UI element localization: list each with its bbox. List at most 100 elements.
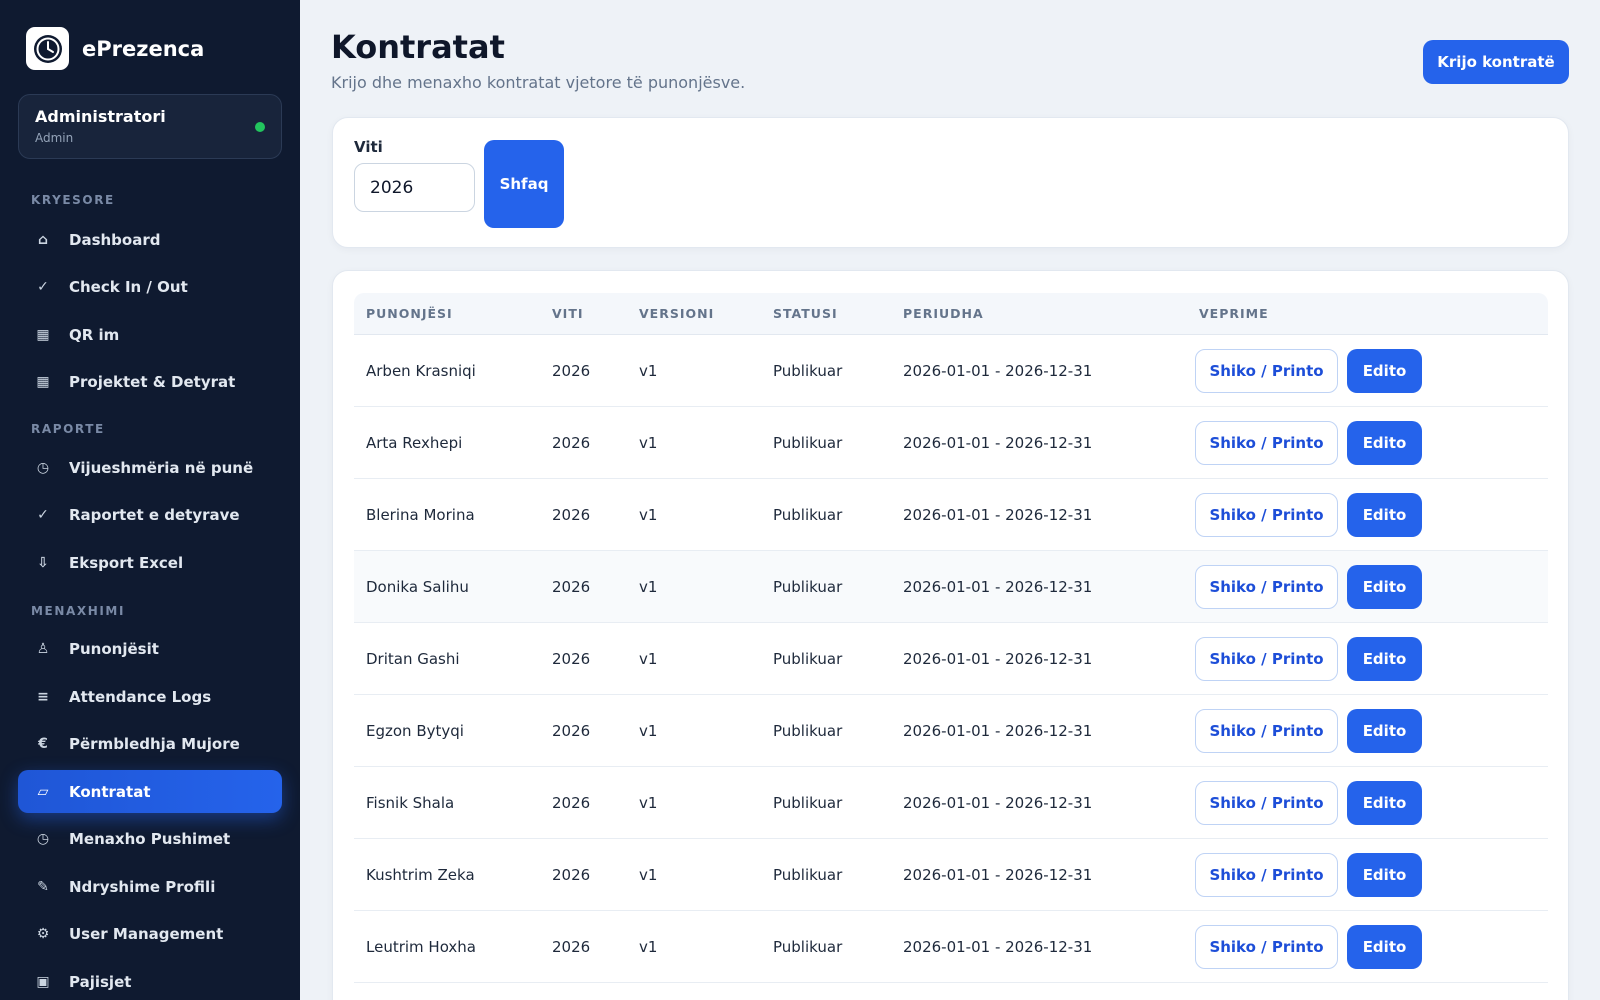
table-header: PUNONJËSI VITI VERSIONI STATUSI PERIUDHA… bbox=[354, 293, 1548, 335]
contract-year: 2026 bbox=[552, 938, 591, 956]
sidebar-item-devices[interactable]: ▣ Pajisjet bbox=[18, 960, 282, 1000]
contract-status: Publikuar bbox=[773, 650, 843, 668]
brand[interactable]: ePrezenca bbox=[26, 27, 204, 70]
edit-button[interactable]: Edito bbox=[1347, 421, 1422, 465]
sidebar: ePrezenca Administratori Admin KRYESORE … bbox=[0, 0, 300, 1000]
contract-version: v1 bbox=[639, 506, 658, 524]
create-contract-button[interactable]: Krijo kontratë bbox=[1423, 40, 1569, 84]
table-row: Arta Rexhepi 2026 v1 Publikuar 2026-01-0… bbox=[354, 407, 1548, 479]
sidebar-item-label: Raportet e detyrave bbox=[69, 505, 240, 524]
sidebar-item-dashboard[interactable]: ⌂ Dashboard bbox=[18, 218, 282, 261]
sidebar-item-projects[interactable]: ▦ Projektet & Detyrat bbox=[18, 360, 282, 403]
sidebar-item-profile-changes[interactable]: ✎ Ndryshime Profili bbox=[18, 865, 282, 908]
column-header-year[interactable]: VITI bbox=[552, 306, 584, 321]
list-icon: ≡ bbox=[37, 688, 49, 705]
sidebar-item-label: Dashboard bbox=[69, 230, 161, 249]
edit-button[interactable]: Edito bbox=[1347, 493, 1422, 537]
contract-period: 2026-01-01 - 2026-12-31 bbox=[903, 362, 1093, 380]
year-input[interactable] bbox=[354, 163, 475, 212]
view-print-button[interactable]: Shiko / Printo bbox=[1195, 349, 1338, 393]
contract-version: v1 bbox=[639, 650, 658, 668]
sidebar-item-excel-export[interactable]: ⇩ Eksport Excel bbox=[18, 541, 282, 584]
qr-code-icon: ▦ bbox=[36, 326, 50, 343]
sidebar-item-employees[interactable]: ♙ Punonjësit bbox=[18, 627, 282, 670]
column-header-version[interactable]: VERSIONI bbox=[639, 306, 714, 321]
contract-version: v1 bbox=[639, 434, 658, 452]
contract-version: v1 bbox=[639, 362, 658, 380]
clock-icon bbox=[26, 27, 69, 70]
user-name: Administratori bbox=[35, 107, 166, 126]
section-title-kryesore: KRYESORE bbox=[31, 193, 115, 207]
contract-year: 2026 bbox=[552, 794, 591, 812]
sidebar-item-label: Kontratat bbox=[69, 782, 151, 801]
edit-button[interactable]: Edito bbox=[1347, 853, 1422, 897]
edit-button[interactable]: Edito bbox=[1347, 349, 1422, 393]
edit-button[interactable]: Edito bbox=[1347, 637, 1422, 681]
edit-button[interactable]: Edito bbox=[1347, 709, 1422, 753]
view-print-button[interactable]: Shiko / Printo bbox=[1195, 493, 1338, 537]
sidebar-item-label: Attendance Logs bbox=[69, 687, 212, 706]
sidebar-item-attendance-report[interactable]: ◷ Vijueshmëria në punë bbox=[18, 446, 282, 489]
clock-icon: ◷ bbox=[36, 459, 50, 476]
contract-period: 2026-01-01 - 2026-12-31 bbox=[903, 434, 1093, 452]
check-icon: ✓ bbox=[37, 278, 49, 295]
contract-period: 2026-01-01 - 2026-12-31 bbox=[903, 866, 1093, 884]
online-status-dot bbox=[255, 122, 265, 132]
document-icon: ▱ bbox=[37, 783, 49, 800]
grid-icon: ▦ bbox=[36, 373, 50, 390]
section-title-raporte: RAPORTE bbox=[31, 422, 105, 436]
contract-status: Publikuar bbox=[773, 362, 843, 380]
gear-icon: ⚙ bbox=[36, 925, 50, 942]
view-print-button[interactable]: Shiko / Printo bbox=[1195, 853, 1338, 897]
table-row: Arben Krasniqi 2026 v1 Publikuar 2026-01… bbox=[354, 335, 1548, 407]
sidebar-item-leave-management[interactable]: ◷ Menaxho Pushimet bbox=[18, 817, 282, 860]
euro-icon: € bbox=[38, 735, 48, 752]
contract-status: Publikuar bbox=[773, 794, 843, 812]
view-print-button[interactable]: Shiko / Printo bbox=[1195, 565, 1338, 609]
column-header-status[interactable]: STATUSI bbox=[773, 306, 838, 321]
contract-version: v1 bbox=[639, 722, 658, 740]
sidebar-item-user-management[interactable]: ⚙ User Management bbox=[18, 912, 282, 955]
app-name: ePrezenca bbox=[82, 36, 205, 61]
edit-button[interactable]: Edito bbox=[1347, 565, 1422, 609]
page-title: Kontratat bbox=[331, 28, 505, 66]
contract-status: Publikuar bbox=[773, 434, 843, 452]
sidebar-item-qr[interactable]: ▦ QR im bbox=[18, 313, 282, 356]
sidebar-item-label: QR im bbox=[69, 325, 120, 344]
view-print-button[interactable]: Shiko / Printo bbox=[1195, 421, 1338, 465]
contract-year: 2026 bbox=[552, 362, 591, 380]
user-role: Admin bbox=[35, 131, 74, 145]
employee-name: Arta Rexhepi bbox=[366, 434, 463, 452]
contract-version: v1 bbox=[639, 866, 658, 884]
view-print-button[interactable]: Shiko / Printo bbox=[1195, 925, 1338, 969]
contract-period: 2026-01-01 - 2026-12-31 bbox=[903, 794, 1093, 812]
contract-status: Publikuar bbox=[773, 506, 843, 524]
page-subtitle: Krijo dhe menaxho kontratat vjetore të p… bbox=[331, 73, 746, 92]
view-print-button[interactable]: Shiko / Printo bbox=[1195, 709, 1338, 753]
employee-name: Kushtrim Zeka bbox=[366, 866, 475, 884]
device-icon: ▣ bbox=[36, 973, 50, 990]
table-row: Leutrim Hoxha 2026 v1 Publikuar 2026-01-… bbox=[354, 911, 1548, 983]
sidebar-item-label: Përmbledhja Mujore bbox=[69, 734, 240, 753]
contract-period: 2026-01-01 - 2026-12-31 bbox=[903, 650, 1093, 668]
user-card[interactable]: Administratori Admin bbox=[18, 94, 282, 159]
sidebar-item-check-in-out[interactable]: ✓ Check In / Out bbox=[18, 265, 282, 308]
column-header-period[interactable]: PERIUDHA bbox=[903, 306, 984, 321]
show-button[interactable]: Shfaq bbox=[484, 140, 564, 228]
sidebar-item-attendance-logs[interactable]: ≡ Attendance Logs bbox=[18, 675, 282, 718]
contract-version: v1 bbox=[639, 578, 658, 596]
edit-button[interactable]: Edito bbox=[1347, 781, 1422, 825]
sidebar-item-task-reports[interactable]: ✓ Raportet e detyrave bbox=[18, 493, 282, 536]
contract-version: v1 bbox=[639, 794, 658, 812]
contracts-table: PUNONJËSI VITI VERSIONI STATUSI PERIUDHA… bbox=[332, 270, 1569, 1000]
column-header-employee[interactable]: PUNONJËSI bbox=[366, 306, 453, 321]
sidebar-item-label: Punonjësit bbox=[69, 639, 159, 658]
sidebar-item-monthly-summary[interactable]: € Përmbledhja Mujore bbox=[18, 722, 282, 765]
sidebar-item-label: Vijueshmëria në punë bbox=[69, 458, 254, 477]
view-print-button[interactable]: Shiko / Printo bbox=[1195, 781, 1338, 825]
employee-name: Egzon Bytyqi bbox=[366, 722, 464, 740]
sidebar-item-contracts[interactable]: ▱ Kontratat bbox=[18, 770, 282, 813]
edit-button[interactable]: Edito bbox=[1347, 925, 1422, 969]
view-print-button[interactable]: Shiko / Printo bbox=[1195, 637, 1338, 681]
sidebar-item-label: Eksport Excel bbox=[69, 553, 184, 572]
